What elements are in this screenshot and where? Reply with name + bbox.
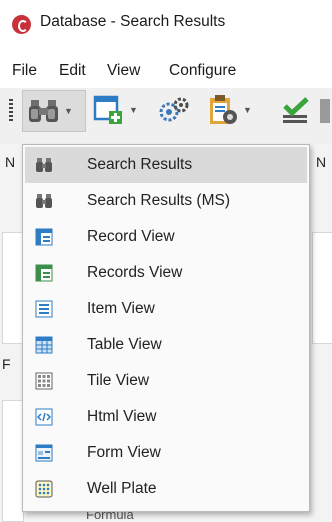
menu-item-search-results-ms[interactable]: Search Results (MS) xyxy=(25,183,307,219)
chevron-down-icon: ▼ xyxy=(243,105,252,115)
menu-item-well-plate[interactable]: Well Plate xyxy=(25,471,307,507)
menu-item-tile-view[interactable]: Tile View xyxy=(25,363,307,399)
clipboard-settings-button[interactable]: ▼ xyxy=(206,90,258,130)
html-view-icon xyxy=(35,408,53,426)
overflow-button[interactable] xyxy=(318,90,332,130)
left-lower-panel xyxy=(2,400,24,522)
gears-icon xyxy=(159,97,189,122)
window-title: Database - Search Results xyxy=(40,13,226,30)
panel-header-letter: F xyxy=(2,356,11,372)
form-view-icon xyxy=(35,444,53,462)
menu-item-label: Well Plate xyxy=(87,480,157,497)
toolbar-icon xyxy=(320,99,330,123)
menu-item-label: Records View xyxy=(87,264,183,281)
table-view-icon xyxy=(35,336,53,354)
chevron-down-icon: ▼ xyxy=(64,106,73,116)
menu-item-form-view[interactable]: Form View xyxy=(25,435,307,471)
checkmark-icon xyxy=(283,97,309,123)
menu-item-label: Search Results xyxy=(87,156,193,173)
menu-item-label: Form View xyxy=(87,444,161,461)
record-view-icon xyxy=(35,228,53,246)
well-plate-icon xyxy=(35,480,53,498)
menu-bar: File Edit View Configure xyxy=(0,50,332,88)
view-selector-button[interactable]: ▼ xyxy=(22,90,86,132)
clipboard-gear-icon xyxy=(210,95,237,124)
menu-item-html-view[interactable]: Html View xyxy=(25,399,307,435)
menu-item-record-view[interactable]: Record View xyxy=(25,219,307,255)
chevron-down-icon: ▼ xyxy=(129,105,138,115)
item-view-icon xyxy=(35,300,53,318)
menu-edit[interactable]: Edit xyxy=(59,62,86,80)
check-button[interactable] xyxy=(280,90,312,130)
menu-view[interactable]: View xyxy=(107,62,140,80)
menu-item-table-view[interactable]: Table View xyxy=(25,327,307,363)
menu-item-label: Table View xyxy=(87,336,162,353)
menu-item-label: Tile View xyxy=(87,372,150,389)
new-window-icon xyxy=(93,95,122,124)
toolbar-grip[interactable] xyxy=(9,99,13,121)
binoculars-icon xyxy=(29,100,58,122)
menu-item-search-results[interactable]: Search Results xyxy=(25,147,307,183)
menu-item-label: Record View xyxy=(87,228,175,245)
new-window-button[interactable]: ▼ xyxy=(92,90,144,130)
menu-item-records-view[interactable]: Records View xyxy=(25,255,307,291)
title-bar: Database - Search Results xyxy=(0,0,332,50)
tile-view-icon xyxy=(35,372,53,390)
records-view-icon xyxy=(35,264,53,282)
app-logo-icon xyxy=(12,15,31,34)
panel-header-letter: N xyxy=(5,154,16,170)
menu-configure[interactable]: Configure xyxy=(169,62,236,80)
binoculars-icon xyxy=(36,158,52,172)
menu-item-label: Item View xyxy=(87,300,155,317)
settings-button[interactable] xyxy=(158,90,190,130)
menu-item-item-view[interactable]: Item View xyxy=(25,291,307,327)
menu-file[interactable]: File xyxy=(12,62,37,80)
binoculars-ms-icon xyxy=(36,194,52,208)
panel-header-letter: N xyxy=(316,154,327,170)
menu-item-label: Search Results (MS) xyxy=(87,192,230,209)
menu-item-label: Html View xyxy=(87,408,157,425)
left-panel-body xyxy=(2,232,24,344)
right-panel-body xyxy=(312,232,332,344)
view-dropdown-menu: Search Results Search Results (MS) Recor… xyxy=(22,144,310,512)
